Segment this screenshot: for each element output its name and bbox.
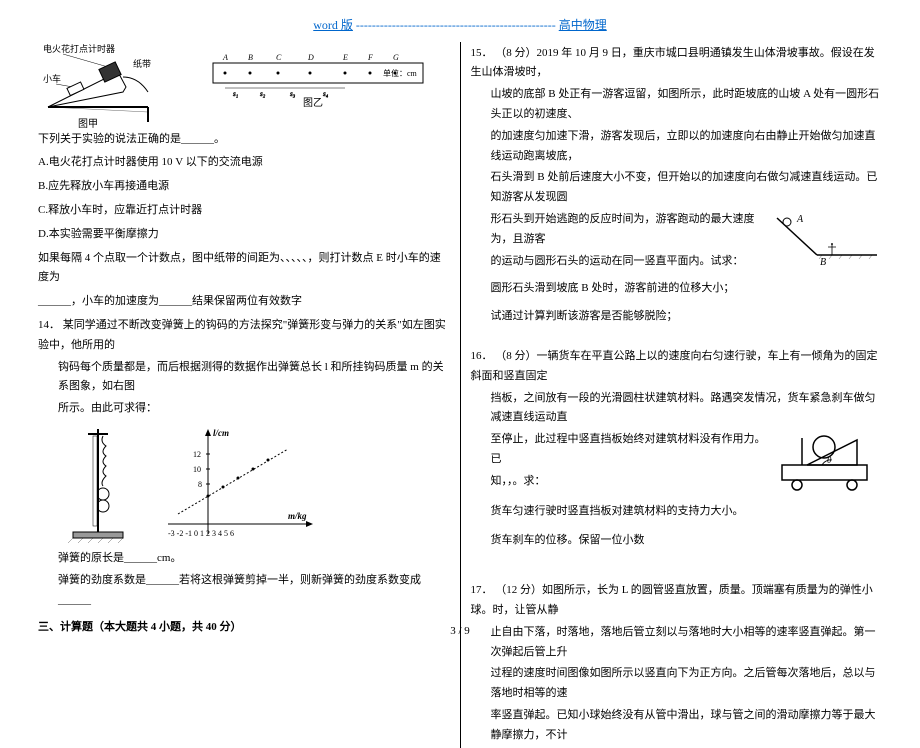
- q17-l3: 过程的速度时间图像如图所示以竖直向下为正方向。之后管每次落地后，总以与落地时相等…: [471, 664, 883, 704]
- q15-l7: 圆形石头滑到坡底 B 处时，游客前进的位移大小；: [471, 279, 883, 299]
- svg-text:纸带: 纸带: [133, 58, 151, 69]
- svg-text:B: B: [248, 53, 253, 62]
- q17: 17． （12 分）如图所示，长为 L 的圆管竖直放置，质量。顶端塞有质量为的弹…: [471, 581, 883, 621]
- intro-text: 下列关于实验的说法正确的是______。: [38, 130, 450, 150]
- q14-line1: 某同学通过不断改变弹簧上的钩码的方法探究"弹簧形变与弹力的关系"如左图实验中，他…: [38, 319, 446, 351]
- svg-text:s₃: s₃: [290, 90, 296, 98]
- svg-text:A: A: [796, 214, 804, 225]
- ruler-diagram: A B C D E F G 单位：cm: [208, 48, 428, 116]
- interval-text: 如果每隔 4 个点取一个计数点，图中纸带的间距为、、、、、，则打计数点 E 时小…: [38, 249, 450, 289]
- q14-ans2: 弹簧的劲度系数是______若将这根弹簧剪掉一半，则新弹簧的劲度系数变成____…: [38, 571, 450, 611]
- q15-l2: 山坡的底部 B 处正有一游客逗留，如图所示，此时距坡底的山坡 A 处有一圆形石头…: [471, 85, 883, 125]
- q15-l4: 石头滑到 B 处前后速度大小不变，但开始以的加速度向右做匀减速直线运动。已知游客…: [471, 168, 883, 208]
- q16-l2: 挡板，之间放有一段的光滑圆柱状建筑材料。路遇突发情况，货车紧急刹车做匀减速直线运…: [471, 389, 883, 429]
- header-subject: 高中物理: [559, 18, 607, 32]
- svg-text:小车: 小车: [43, 73, 61, 84]
- option-d: D.本实验需要平衡摩擦力: [38, 225, 450, 245]
- svg-text:8: 8: [198, 480, 202, 489]
- svg-text:A: A: [222, 53, 228, 62]
- option-c: C.释放小车时，应靠近打点计时器: [38, 201, 450, 221]
- svg-text:C: C: [276, 53, 282, 62]
- interval-text2: ______，小车的加速度为______结果保留两位有效数字: [38, 292, 450, 312]
- cart-diagram: 电火花打点计时器 小车 纸带 图甲: [38, 42, 188, 122]
- q15-num: 15．: [471, 47, 493, 59]
- svg-text:单位：cm: 单位：cm: [383, 68, 418, 78]
- q15: 15． （8 分）2019 年 10 月 9 日，重庆市城口县明通镇发生山体滑坡…: [471, 44, 883, 84]
- svg-text:s₂: s₂: [260, 90, 266, 98]
- svg-text:-3 -2 -1 0 1 2 3 4 5 6: -3 -2 -1 0 1 2 3 4 5 6: [168, 529, 234, 538]
- svg-text:l/cm: l/cm: [213, 428, 229, 438]
- spring-diagram: [58, 424, 148, 544]
- header-dashes: ----------------------------------------…: [356, 18, 556, 32]
- svg-text:12: 12: [193, 450, 201, 459]
- option-a: A.电火花打点计时器使用 10 V 以下的交流电源: [38, 153, 450, 173]
- q16-l6: 货车刹车的位移。保留一位小数: [471, 531, 883, 551]
- svg-text:m/kg: m/kg: [288, 511, 307, 521]
- device-label: 电火花打点计时器: [43, 43, 115, 54]
- page-header: word 版 ---------------------------------…: [0, 0, 920, 37]
- q14-line3: 所示。由此可求得：: [38, 399, 450, 419]
- q17-num: 17．: [471, 584, 493, 596]
- svg-text:B: B: [820, 257, 826, 265]
- slope-diagram: A B: [772, 210, 882, 265]
- option-b: B.应先释放小车再接通电源: [38, 177, 450, 197]
- q14-diagrams: l/cm m/kg 12 10 8 -3 -2 -1 0 1 2 3 4 5 6: [38, 424, 450, 544]
- truck-diagram: θ: [772, 430, 882, 490]
- q14: 14． 某同学通过不断改变弹簧上的钩码的方法探究"弹簧形变与弹力的关系"如左图实…: [38, 316, 450, 356]
- svg-text:D: D: [307, 53, 314, 62]
- q15-l1: （8 分）2019 年 10 月 9 日，重庆市城口县明通镇发生山体滑坡事故。假…: [471, 47, 875, 79]
- diagram-row: 电火花打点计时器 小车 纸带 图甲: [38, 42, 450, 122]
- q14-num: 14．: [38, 319, 60, 331]
- q14-line2: 钩码每个质量都是，而后根据测得的数据作出弹簧总长 l 和所挂钩码质量 m 的关系…: [38, 358, 450, 398]
- svg-text:10: 10: [193, 465, 201, 474]
- header-word: word 版: [313, 18, 353, 32]
- page-number: 3 / 9: [0, 622, 920, 642]
- svg-text:图甲: 图甲: [78, 118, 98, 130]
- q16: 16． （8 分）一辆货车在平直公路上以的速度向右匀速行驶，车上有一倾角为的固定…: [471, 347, 883, 387]
- q15-l3: 的加速度匀加速下滑，游客发现后，立即以的加速度向右由静止开始做匀加速直线运动跑离…: [471, 127, 883, 167]
- svg-text:s₁: s₁: [233, 90, 238, 98]
- q16-num: 16．: [471, 350, 493, 362]
- q16-l5: 货车匀速行驶时竖直挡板对建筑材料的支持力大小。: [471, 502, 883, 522]
- q16-l1: （8 分）一辆货车在平直公路上以的速度向右匀速行驶，车上有一倾角为的固定斜面和竖…: [471, 350, 878, 382]
- graph-diagram: l/cm m/kg 12 10 8 -3 -2 -1 0 1 2 3 4 5 6: [158, 424, 308, 544]
- svg-text:图乙: 图乙: [303, 97, 323, 108]
- q17-l4: 率竖直弹起。已知小球始终没有从管中滑出，球与管之间的滑动摩擦力等于最大静摩擦力，…: [471, 706, 883, 746]
- svg-text:G: G: [393, 53, 399, 62]
- svg-text:F: F: [367, 53, 373, 62]
- q17-l1: （12 分）如图所示，长为 L 的圆管竖直放置，质量。顶端塞有质量为的弹性小球。…: [471, 584, 873, 616]
- svg-text:θ: θ: [827, 455, 832, 465]
- svg-text:s₄: s₄: [323, 90, 329, 98]
- q15-l8: 试通过计算判断该游客是否能够脱险；: [471, 307, 883, 327]
- svg-text:E: E: [342, 53, 348, 62]
